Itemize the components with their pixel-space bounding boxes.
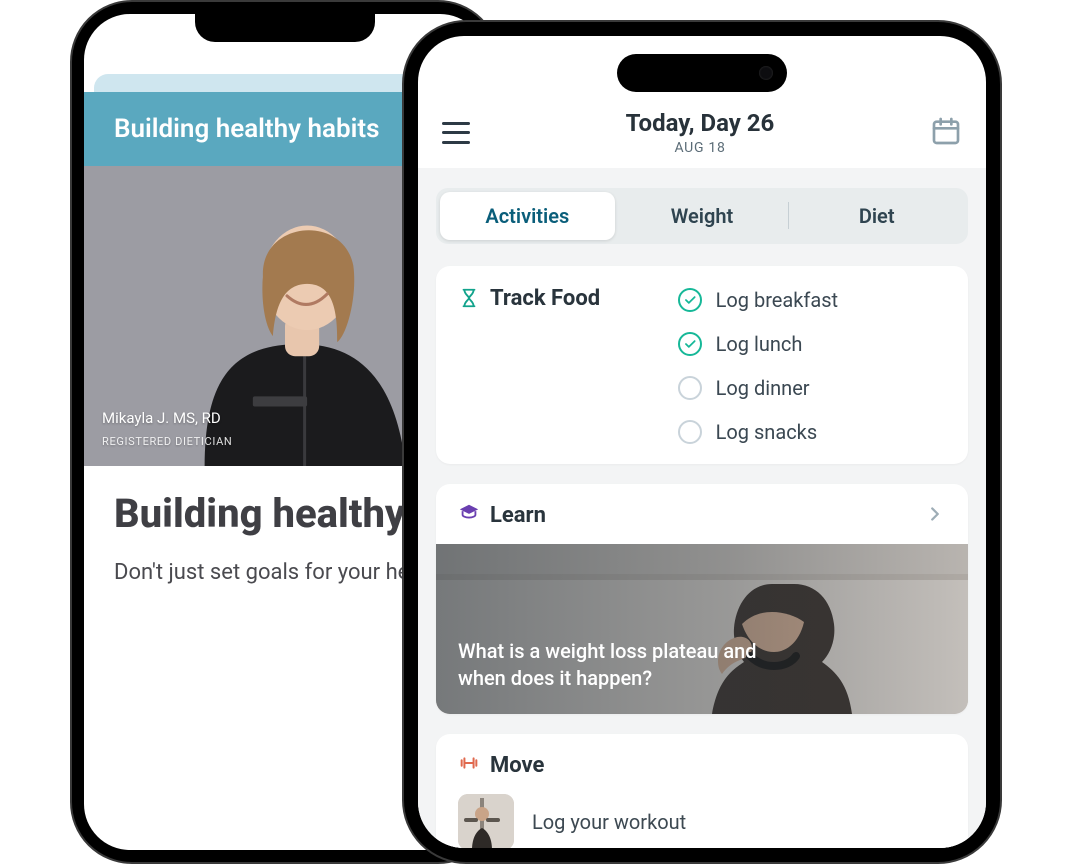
check-circle-empty-icon — [678, 376, 702, 400]
chevron-right-icon — [924, 503, 946, 529]
log-workout-label: Log your workout — [532, 810, 686, 834]
food-item-label: Log snacks — [716, 420, 818, 444]
check-circle-done-icon — [678, 332, 702, 356]
food-item[interactable]: Log dinner — [678, 376, 946, 400]
coach-role: REGISTERED DIETICIAN — [102, 434, 232, 450]
food-item[interactable]: Log snacks — [678, 420, 946, 444]
dumbbell-icon — [458, 752, 480, 780]
learn-hero-text: What is a weight loss plateau and when d… — [458, 638, 808, 692]
coach-name: Mikayla J. MS, RD — [102, 409, 221, 427]
log-workout-row[interactable]: Log your workout — [458, 794, 946, 848]
dynamic-island-icon — [617, 54, 787, 92]
tab-diet[interactable]: Diet — [789, 192, 964, 240]
notch-icon — [195, 14, 375, 42]
calendar-icon[interactable] — [930, 115, 962, 151]
food-item-label: Log dinner — [716, 376, 810, 400]
tab-weight[interactable]: Weight — [615, 192, 790, 240]
graduation-cap-icon — [458, 502, 480, 530]
learn-title: Learn — [490, 503, 546, 528]
segmented-tabs: Activities Weight Diet — [436, 188, 968, 244]
move-title: Move — [490, 753, 544, 778]
menu-icon[interactable] — [442, 122, 470, 144]
check-circle-done-icon — [678, 288, 702, 312]
tab-activities[interactable]: Activities — [440, 192, 615, 240]
header-subtitle: AUG 18 — [674, 140, 725, 156]
track-food-title: Track Food — [490, 286, 600, 311]
workout-thumbnail — [458, 794, 514, 848]
food-item[interactable]: Log lunch — [678, 332, 946, 356]
food-item-label: Log breakfast — [716, 288, 839, 312]
move-card: Move Log your workout — [436, 734, 968, 848]
food-item-label: Log lunch — [716, 332, 803, 356]
check-circle-empty-icon — [678, 420, 702, 444]
hourglass-icon — [458, 287, 480, 309]
header-title: Today, Day 26 — [626, 110, 775, 138]
learn-card[interactable]: Learn — [436, 484, 968, 714]
track-food-card: Track Food Log breakfast Log lunch Log din… — [436, 266, 968, 464]
food-item[interactable]: Log breakfast — [678, 288, 946, 312]
phone-frame-front: Today, Day 26 AUG 18 Activities Weight D… — [402, 20, 1002, 864]
app-header: Today, Day 26 AUG 18 — [418, 100, 986, 168]
learn-hero[interactable]: What is a weight loss plateau and when d… — [436, 544, 968, 714]
